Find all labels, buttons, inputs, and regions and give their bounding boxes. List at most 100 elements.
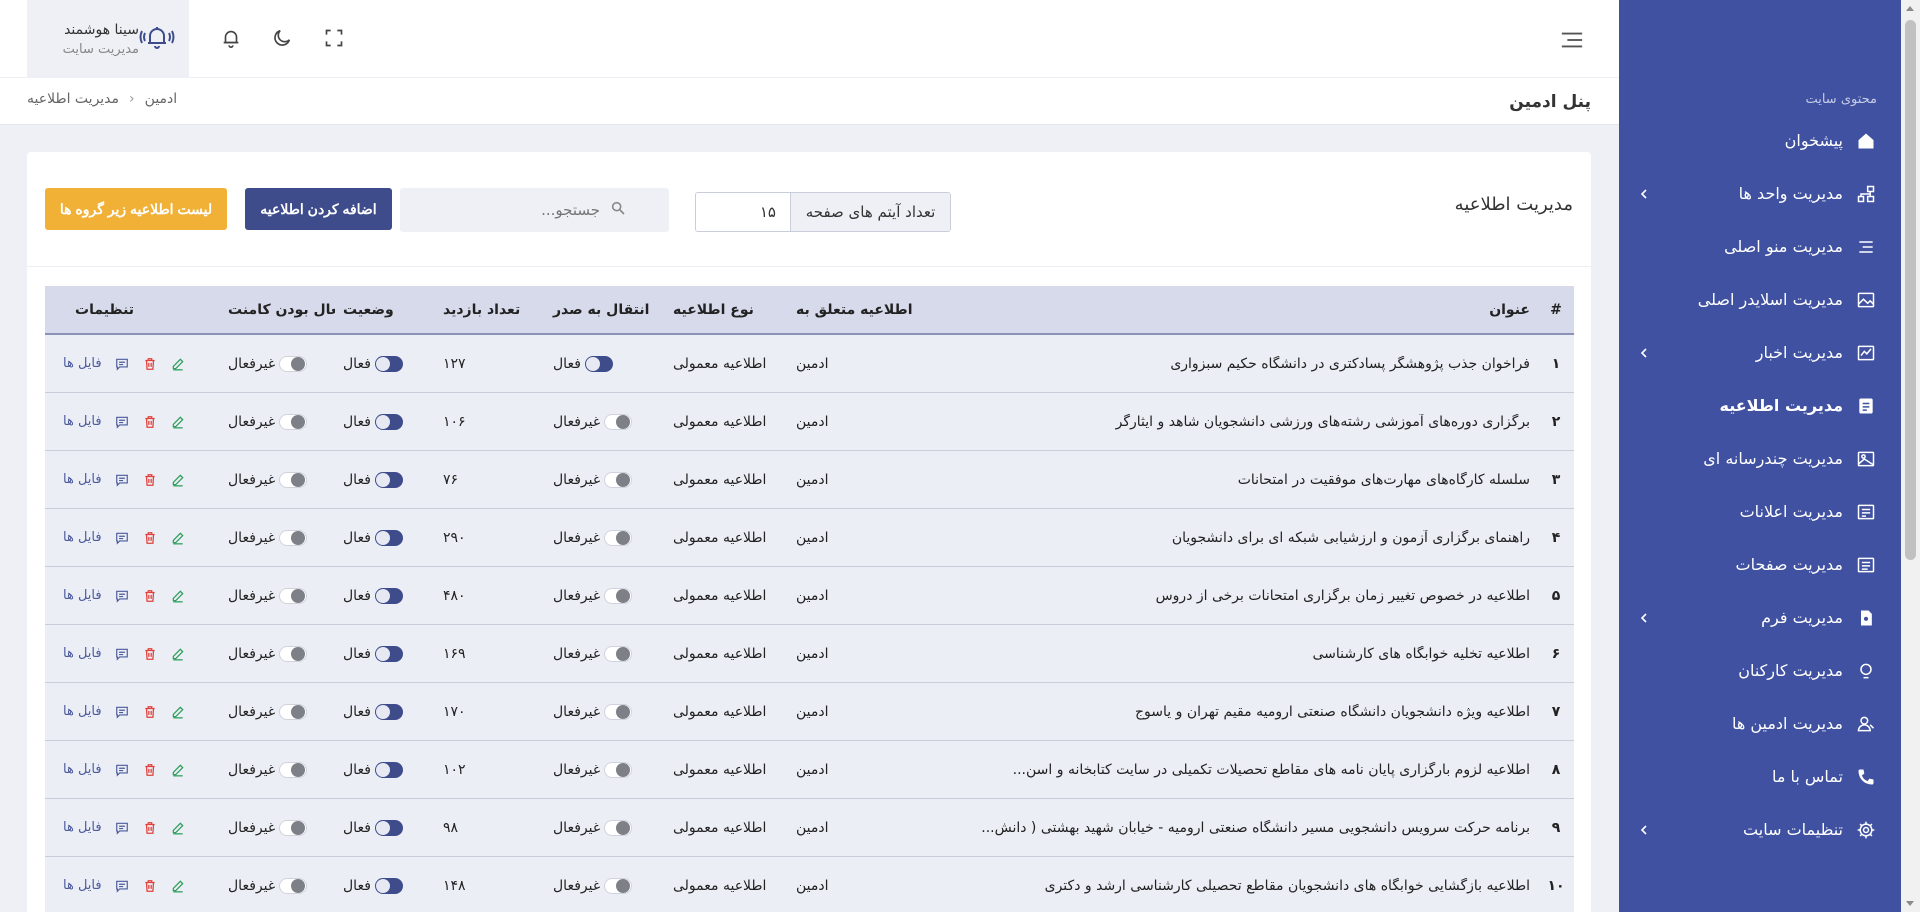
comment-message-icon[interactable] xyxy=(114,472,130,488)
status-toggle[interactable]: فعال xyxy=(343,529,403,546)
edit-pencil-icon[interactable] xyxy=(170,472,186,488)
comment-message-icon[interactable] xyxy=(114,878,130,894)
toggle-switch[interactable] xyxy=(374,471,403,488)
comment-toggle[interactable]: غیرفعال xyxy=(228,703,308,720)
sidebar-item-3[interactable]: مدیریت اسلایدر اصلی xyxy=(1619,273,1901,326)
transfer-toggle[interactable]: غیرفعال xyxy=(553,819,633,836)
sidebar-item-7[interactable]: مدیریت اعلانات xyxy=(1619,485,1901,538)
files-link[interactable]: فایل ها xyxy=(63,530,102,545)
delete-trash-icon[interactable] xyxy=(142,878,158,894)
toggle-switch[interactable] xyxy=(604,703,633,720)
toggle-switch[interactable] xyxy=(279,761,308,778)
toggle-switch[interactable] xyxy=(279,413,308,430)
sidebar-item-9[interactable]: مدیریت فرم xyxy=(1619,591,1901,644)
chevron-left-icon[interactable] xyxy=(1637,823,1651,837)
toggle-switch[interactable] xyxy=(279,645,308,662)
delete-trash-icon[interactable] xyxy=(142,472,158,488)
sidebar-item-5[interactable]: مدیریت اطلاعیه xyxy=(1619,379,1901,432)
toggle-switch[interactable] xyxy=(374,587,403,604)
edit-pencil-icon[interactable] xyxy=(170,704,186,720)
edit-pencil-icon[interactable] xyxy=(170,588,186,604)
toggle-switch[interactable] xyxy=(374,529,403,546)
transfer-toggle[interactable]: فعال xyxy=(553,355,613,372)
files-link[interactable]: فایل ها xyxy=(63,356,102,371)
hamburger-menu-icon[interactable] xyxy=(1560,28,1584,52)
files-link[interactable]: فایل ها xyxy=(63,820,102,835)
search-input[interactable] xyxy=(400,201,600,219)
chevron-left-icon[interactable] xyxy=(1637,187,1651,201)
edit-pencil-icon[interactable] xyxy=(170,820,186,836)
toggle-switch[interactable] xyxy=(279,471,308,488)
files-link[interactable]: فایل ها xyxy=(63,704,102,719)
status-toggle[interactable]: فعال xyxy=(343,819,403,836)
edit-pencil-icon[interactable] xyxy=(170,646,186,662)
toggle-switch[interactable] xyxy=(279,529,308,546)
delete-trash-icon[interactable] xyxy=(142,820,158,836)
page-scrollbar[interactable] xyxy=(1901,0,1920,912)
toggle-switch[interactable] xyxy=(374,877,403,894)
sidebar-item-6[interactable]: مدیریت چندرسانه ای xyxy=(1619,432,1901,485)
edit-pencil-icon[interactable] xyxy=(170,530,186,546)
comment-toggle[interactable]: غیرفعال xyxy=(228,645,308,662)
comment-message-icon[interactable] xyxy=(114,820,130,836)
toggle-switch[interactable] xyxy=(604,877,633,894)
comment-message-icon[interactable] xyxy=(114,356,130,372)
status-toggle[interactable]: فعال xyxy=(343,761,403,778)
comment-toggle[interactable]: غیرفعال xyxy=(228,529,308,546)
sidebar-item-4[interactable]: مدیریت اخبار xyxy=(1619,326,1901,379)
comment-message-icon[interactable] xyxy=(114,762,130,778)
status-toggle[interactable]: فعال xyxy=(343,587,403,604)
delete-trash-icon[interactable] xyxy=(142,704,158,720)
chevron-left-icon[interactable] xyxy=(1637,611,1651,625)
sidebar-item-1[interactable]: مدیریت واحد ها xyxy=(1619,167,1901,220)
status-toggle[interactable]: فعال xyxy=(343,471,403,488)
add-notice-button[interactable]: اضافه کردن اطلاعیه xyxy=(245,188,392,230)
delete-trash-icon[interactable] xyxy=(142,588,158,604)
files-link[interactable]: فایل ها xyxy=(63,762,102,777)
delete-trash-icon[interactable] xyxy=(142,414,158,430)
breadcrumb-item-admin[interactable]: ادمین xyxy=(145,91,178,107)
files-link[interactable]: فایل ها xyxy=(63,588,102,603)
toggle-switch[interactable] xyxy=(604,819,633,836)
edit-pencil-icon[interactable] xyxy=(170,878,186,894)
status-toggle[interactable]: فعال xyxy=(343,413,403,430)
toggle-switch[interactable] xyxy=(279,877,308,894)
transfer-toggle[interactable]: غیرفعال xyxy=(553,471,633,488)
toggle-switch[interactable] xyxy=(604,413,633,430)
toggle-switch[interactable] xyxy=(279,703,308,720)
status-toggle[interactable]: فعال xyxy=(343,355,403,372)
status-toggle[interactable]: فعال xyxy=(343,645,403,662)
files-link[interactable]: فایل ها xyxy=(63,414,102,429)
sidebar-item-0[interactable]: پیشخوان xyxy=(1619,114,1901,167)
delete-trash-icon[interactable] xyxy=(142,530,158,546)
per-page-input[interactable]: ۱۵ xyxy=(696,193,790,231)
comment-toggle[interactable]: غیرفعال xyxy=(228,877,308,894)
status-toggle[interactable]: فعال xyxy=(343,877,403,894)
delete-trash-icon[interactable] xyxy=(142,356,158,372)
files-link[interactable]: فایل ها xyxy=(63,472,102,487)
status-toggle[interactable]: فعال xyxy=(343,703,403,720)
bell-icon[interactable] xyxy=(219,26,243,50)
transfer-toggle[interactable]: غیرفعال xyxy=(553,529,633,546)
toggle-switch[interactable] xyxy=(374,819,403,836)
toggle-switch[interactable] xyxy=(279,355,308,372)
transfer-toggle[interactable]: غیرفعال xyxy=(553,761,633,778)
toggle-switch[interactable] xyxy=(374,761,403,778)
transfer-toggle[interactable]: غیرفعال xyxy=(553,645,633,662)
comment-toggle[interactable]: غیرفعال xyxy=(228,355,308,372)
toggle-switch[interactable] xyxy=(604,761,633,778)
sidebar-item-8[interactable]: مدیریت صفحات xyxy=(1619,538,1901,591)
comment-toggle[interactable]: غیرفعال xyxy=(228,587,308,604)
delete-trash-icon[interactable] xyxy=(142,646,158,662)
comment-message-icon[interactable] xyxy=(114,530,130,546)
files-link[interactable]: فایل ها xyxy=(63,646,102,661)
comment-message-icon[interactable] xyxy=(114,646,130,662)
sidebar-item-2[interactable]: مدیریت منو اصلی xyxy=(1619,220,1901,273)
scroll-down-arrow[interactable] xyxy=(1906,901,1914,906)
user-profile[interactable]: سینا هوشمند مدیریت سایت xyxy=(27,0,189,78)
scrollbar-thumb[interactable] xyxy=(1905,20,1916,560)
delete-trash-icon[interactable] xyxy=(142,762,158,778)
transfer-toggle[interactable]: غیرفعال xyxy=(553,877,633,894)
toggle-switch[interactable] xyxy=(604,529,633,546)
toggle-switch[interactable] xyxy=(604,645,633,662)
